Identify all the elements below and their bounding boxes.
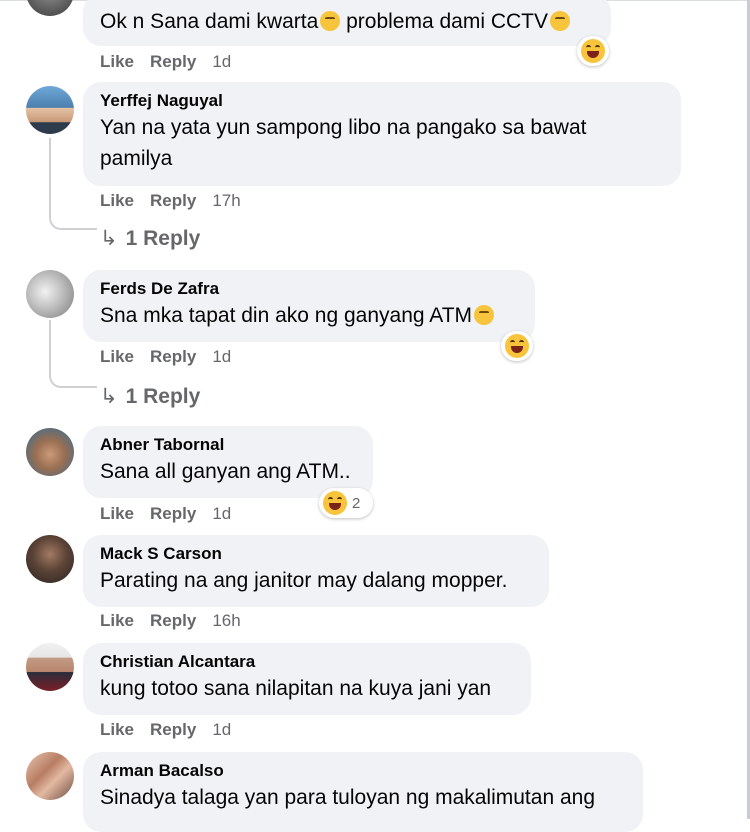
comment-actions: Like Reply 16h xyxy=(100,611,241,631)
comment-text: Sna mka tapat din ako ng ganyang ATM xyxy=(100,300,518,331)
emoji-icon xyxy=(550,11,570,31)
thread-connector xyxy=(49,210,97,230)
avatar[interactable] xyxy=(26,535,74,583)
like-button[interactable]: Like xyxy=(100,504,134,523)
haha-reaction-icon xyxy=(323,491,347,515)
reaction-badge[interactable]: 2 xyxy=(319,488,373,518)
reply-arrow-icon: ↳ xyxy=(100,227,118,250)
comment-actions: Like Reply 1d xyxy=(100,347,231,367)
reaction-badge[interactable] xyxy=(577,36,609,66)
like-button[interactable]: Like xyxy=(100,52,134,71)
emoji-icon xyxy=(474,305,495,325)
comment-actions: Like Reply 1d xyxy=(100,720,231,740)
haha-reaction-icon xyxy=(505,334,529,358)
reply-button[interactable]: Reply xyxy=(150,191,196,210)
comment-time[interactable]: 1d xyxy=(212,720,231,739)
reaction-count: 2 xyxy=(352,494,361,512)
reply-button[interactable]: Reply xyxy=(150,347,196,366)
replies-label: 1 Reply xyxy=(125,385,201,408)
comment-author[interactable]: Mack S Carson xyxy=(100,543,532,565)
comment-text: Sana all ganyan ang ATM.. xyxy=(100,460,351,483)
comment-author[interactable]: Ferds De Zafra xyxy=(100,278,518,300)
replies-label: 1 Reply xyxy=(125,227,201,250)
comment-time[interactable]: 1d xyxy=(212,504,231,523)
avatar[interactable] xyxy=(26,270,74,318)
comment-author[interactable]: Yerffej Naguyal xyxy=(100,90,664,112)
comment-author[interactable]: Christian Alcantara xyxy=(100,651,514,673)
view-replies-link[interactable]: ↳ 1 Reply xyxy=(100,384,200,409)
comment-time[interactable]: 17h xyxy=(212,191,240,210)
comment-bubble: Yerffej Naguyal Yan na yata yun sampong … xyxy=(83,82,681,186)
comment-text: kung totoo sana nilapitan na kuya jani y… xyxy=(100,677,492,700)
reply-button[interactable]: Reply xyxy=(150,52,196,71)
emoji-icon xyxy=(320,11,341,31)
avatar[interactable] xyxy=(26,86,74,134)
reply-button[interactable]: Reply xyxy=(150,720,196,739)
comment-text: Yan na yata yun sampong libo na pangako … xyxy=(100,116,587,170)
comment-bubble: Ferds De Zafra Sna mka tapat din ako ng … xyxy=(83,270,535,342)
reaction-badge[interactable] xyxy=(501,331,533,361)
comment-text: Ok n Sana dami kwarta problema dami CCTV xyxy=(100,6,594,37)
avatar[interactable] xyxy=(26,428,74,476)
comment-time[interactable]: 16h xyxy=(212,611,240,630)
avatar[interactable] xyxy=(26,752,74,800)
comment-text-part: problema dami CCTV xyxy=(340,10,548,33)
comment-time[interactable]: 1d xyxy=(212,347,231,366)
like-button[interactable]: Like xyxy=(100,720,134,739)
thread-line xyxy=(49,138,51,210)
comment-bubble: Mack S Carson Parating na ang janitor ma… xyxy=(83,535,549,607)
comment-bubble: Ok n Sana dami kwarta problema dami CCTV xyxy=(83,0,611,46)
comment-actions: Like Reply 1d xyxy=(100,504,231,524)
reply-button[interactable]: Reply xyxy=(150,611,196,630)
thread-line xyxy=(49,320,51,368)
comment-text: Sinadya talaga yan para tuloyan ng makal… xyxy=(100,786,595,809)
reply-arrow-icon: ↳ xyxy=(100,385,118,408)
like-button[interactable]: Like xyxy=(100,347,134,366)
comment-author[interactable]: Abner Tabornal xyxy=(100,434,356,456)
comment-bubble: Arman Bacalso Sinadya talaga yan para tu… xyxy=(83,752,643,832)
haha-reaction-icon xyxy=(581,39,605,63)
comment-bubble: Christian Alcantara kung totoo sana nila… xyxy=(83,643,531,715)
avatar[interactable] xyxy=(26,643,74,691)
view-replies-link[interactable]: ↳ 1 Reply xyxy=(100,226,200,251)
comment-text-part: Ok n Sana dami kwarta xyxy=(100,10,319,33)
comment-time[interactable]: 1d xyxy=(212,52,231,71)
comment-actions: Like Reply 17h xyxy=(100,191,241,211)
like-button[interactable]: Like xyxy=(100,611,134,630)
comment-text-part: Sna mka tapat din ako ng ganyang ATM xyxy=(100,304,473,327)
thread-connector xyxy=(49,368,97,388)
comment-author[interactable]: Arman Bacalso xyxy=(100,760,626,782)
comment-text: Parating na ang janitor may dalang moppe… xyxy=(100,569,508,592)
reply-button[interactable]: Reply xyxy=(150,504,196,523)
comment-actions: Like Reply 1d xyxy=(100,52,231,72)
like-button[interactable]: Like xyxy=(100,191,134,210)
comment-bubble: Abner Tabornal Sana all ganyan ang ATM.. xyxy=(83,426,373,498)
avatar[interactable] xyxy=(26,0,74,16)
